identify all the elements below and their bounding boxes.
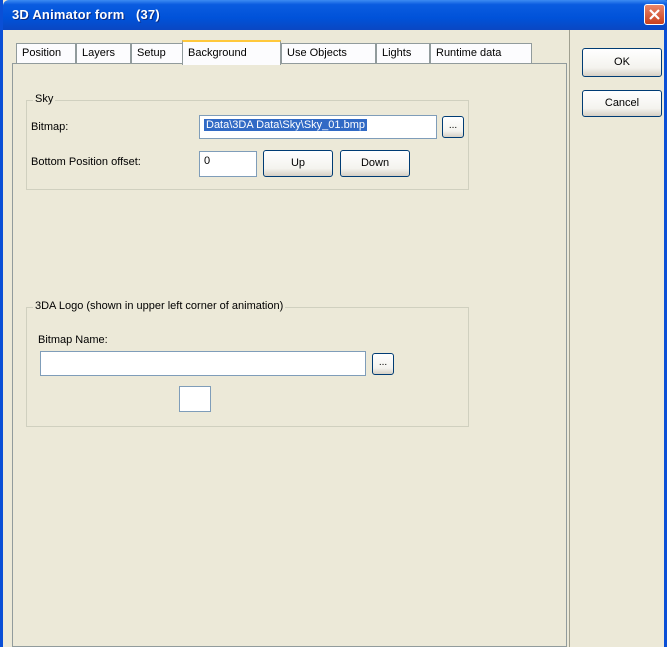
title-bar[interactable]: 3D Animator form (37) [3, 0, 667, 30]
sky-bitmap-value: Data\3DA Data\Sky\Sky_01.bmp [204, 119, 367, 131]
logo-group-legend: 3DA Logo (shown in upper left corner of … [33, 300, 286, 312]
tab-lights[interactable]: Lights [376, 43, 430, 64]
logo-bitmap-name-field[interactable] [40, 351, 366, 376]
sky-group-legend: Sky [33, 93, 56, 105]
tab-setup[interactable]: Setup [131, 43, 183, 64]
tab-background[interactable]: Background [182, 40, 281, 65]
logo-group: 3DA Logo (shown in upper left corner of … [26, 300, 469, 427]
sky-bitmap-label: Bitmap: [31, 121, 69, 133]
side-divider [569, 30, 570, 647]
tab-runtime-data[interactable]: Runtime data [430, 43, 532, 64]
tab-layers[interactable]: Layers [76, 43, 131, 64]
down-button[interactable]: Down [340, 150, 410, 177]
up-button[interactable]: Up [263, 150, 333, 177]
cancel-button[interactable]: Cancel [582, 90, 662, 117]
dialog-window: 3D Animator form (37) Position Layers Se… [0, 0, 667, 647]
tab-use-objects[interactable]: Use Objects [281, 43, 376, 64]
bottom-offset-field[interactable]: 0 [199, 151, 257, 177]
tab-position[interactable]: Position [16, 43, 76, 64]
sky-bitmap-browse-button[interactable]: ... [442, 116, 464, 138]
bottom-offset-label: Bottom Position offset: [31, 156, 141, 168]
background-tab-panel: Sky Bitmap: Data\3DA Data\Sky\Sky_01.bmp… [12, 63, 567, 647]
ok-button[interactable]: OK [582, 48, 662, 77]
sky-bitmap-field[interactable]: Data\3DA Data\Sky\Sky_01.bmp [199, 115, 437, 139]
window-title: 3D Animator form (37) [12, 7, 160, 22]
close-button[interactable] [644, 4, 665, 25]
close-icon [649, 9, 660, 20]
logo-bitmap-name-label: Bitmap Name: [38, 334, 108, 346]
logo-bitmap-browse-button[interactable]: ... [372, 353, 394, 375]
sky-group: Sky Bitmap: Data\3DA Data\Sky\Sky_01.bmp… [26, 93, 469, 190]
logo-preview-box [179, 386, 211, 412]
